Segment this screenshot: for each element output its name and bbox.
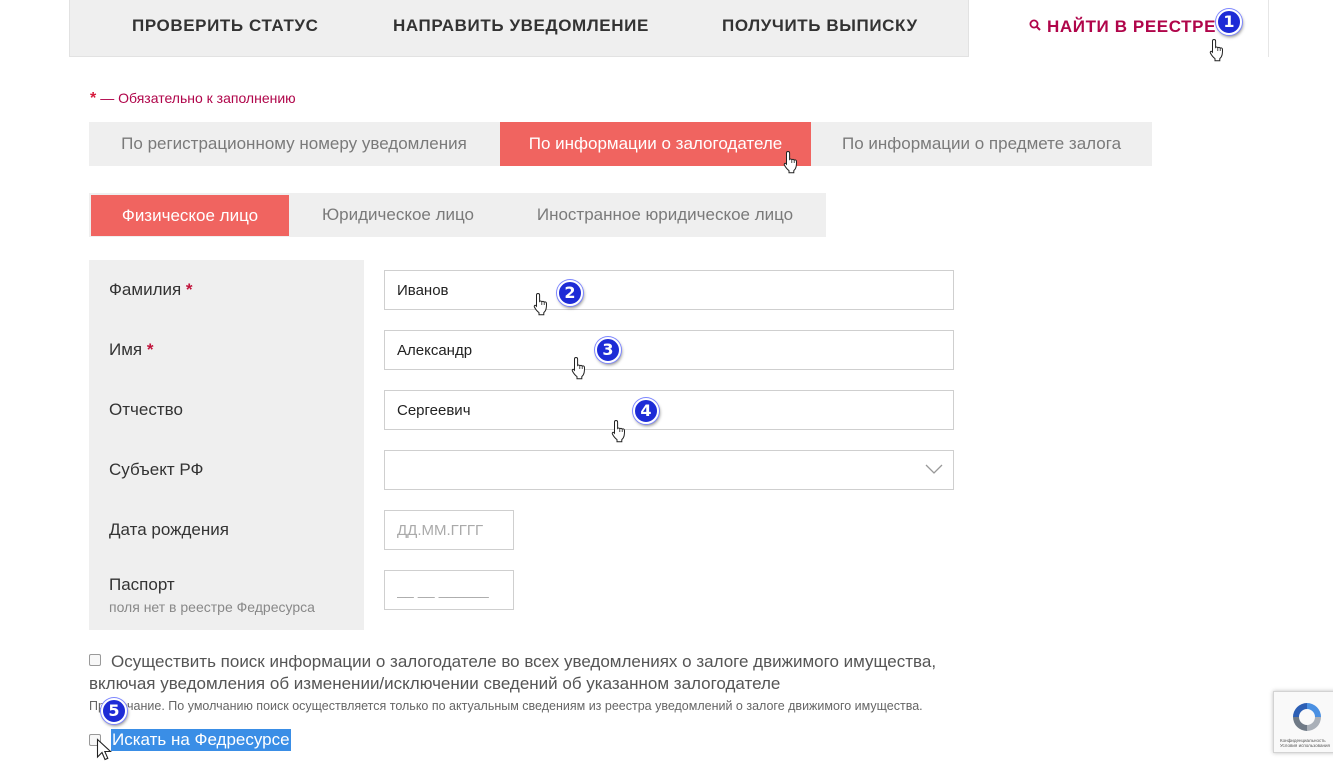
region-label: Субъект РФ <box>109 460 204 479</box>
step-badge-4: 4 <box>633 398 659 424</box>
last-name-field[interactable] <box>384 270 954 310</box>
tab-foreign-legal-entity[interactable]: Иностранное юридическое лицо <box>509 193 821 237</box>
region-select[interactable] <box>384 450 954 490</box>
recaptcha-links[interactable]: Конфиденциальность Условия использования <box>1280 738 1330 748</box>
birth-date-field[interactable] <box>384 510 514 550</box>
top-nav: ПРОВЕРИТЬ СТАТУС НАПРАВИТЬ УВЕДОМЛЕНИЕ П… <box>69 0 969 57</box>
hand-cursor-icon <box>533 292 547 316</box>
step-badge-5: 5 <box>101 698 127 724</box>
last-name-label: Фамилия * <box>109 280 193 299</box>
person-type-tabs: Физическое лицо Юридическое лицо Иностра… <box>89 193 826 237</box>
passport-field[interactable] <box>384 570 514 610</box>
passport-label: Паспорт <box>109 575 175 594</box>
recaptcha-icon <box>1293 703 1321 731</box>
required-star: * <box>90 90 97 107</box>
step-badge-3: 3 <box>595 337 621 363</box>
hand-cursor-icon <box>611 419 625 443</box>
tab-by-pledge-subject[interactable]: По информации о предмете залога <box>811 122 1152 166</box>
tab-individual[interactable]: Физическое лицо <box>91 195 289 236</box>
recaptcha-badge[interactable]: Конфиденциальность Условия использования <box>1273 691 1333 753</box>
default-search-note: Примечание. По умолчанию поиск осуществл… <box>89 699 923 713</box>
tab-by-reg-number[interactable]: По регистрационному номеру уведомления <box>89 122 499 166</box>
hand-cursor-icon <box>783 150 797 174</box>
step-badge-1: 1 <box>1216 9 1242 35</box>
passport-sublabel: поля нет в реестре Федресурса <box>109 599 315 615</box>
step-badge-2: 2 <box>557 280 583 306</box>
patronymic-label: Отчество <box>109 400 183 419</box>
search-all-label[interactable]: Осуществить поиск информации о залогодат… <box>89 651 949 695</box>
patronymic-field[interactable] <box>384 390 954 430</box>
hand-cursor-icon <box>1209 38 1223 62</box>
nav-send-notification[interactable]: НАПРАВИТЬ УВЕДОМЛЕНИЕ <box>393 0 649 52</box>
search-mode-tabs: По регистрационному номеру уведомления П… <box>89 122 1152 166</box>
chevron-down-icon <box>925 464 943 474</box>
fedresurs-label[interactable]: Искать на Федресурсе <box>111 729 291 751</box>
birth-date-label: Дата рождения <box>109 520 229 539</box>
nav-get-extract[interactable]: ПОЛУЧИТЬ ВЫПИСКУ <box>722 0 918 52</box>
find-label: НАЙТИ В РЕЕСТРЕ <box>1047 17 1217 36</box>
required-note-text: — Обязательно к заполнению <box>100 90 296 106</box>
arrow-cursor-icon <box>96 738 112 761</box>
first-name-label: Имя * <box>109 340 154 359</box>
tab-by-pledgor-info[interactable]: По информации о залогодателе <box>500 122 811 166</box>
first-name-field[interactable] <box>384 330 954 370</box>
hand-cursor-icon <box>571 356 585 380</box>
tab-legal-entity[interactable]: Юридическое лицо <box>298 193 498 237</box>
required-note: * — Обязательно к заполнению <box>90 90 296 108</box>
nav-check-status[interactable]: ПРОВЕРИТЬ СТАТУС <box>132 0 319 52</box>
